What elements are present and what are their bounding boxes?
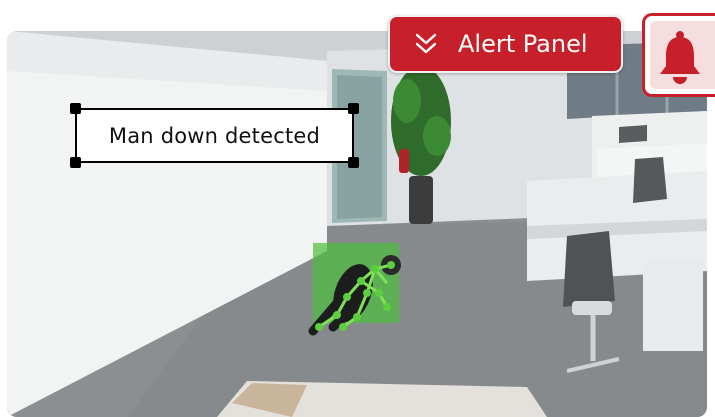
resize-handle-bottom-left[interactable] [70,157,81,168]
resize-handle-top-left[interactable] [70,103,81,114]
alert-panel-label: Alert Panel [458,30,588,58]
man-down-annotation[interactable]: Man down detected [70,103,359,168]
resize-handle-bottom-right[interactable] [348,157,359,168]
notifications-button[interactable] [642,13,715,97]
double-chevron-down-icon [415,33,437,54]
bell-icon [660,31,700,84]
alert-panel-button[interactable]: Alert Panel [388,15,623,73]
resize-handle-top-right[interactable] [348,103,359,114]
camera-feed [7,31,707,417]
annotation-label: Man down detected [108,123,321,148]
office-scene [7,31,707,417]
